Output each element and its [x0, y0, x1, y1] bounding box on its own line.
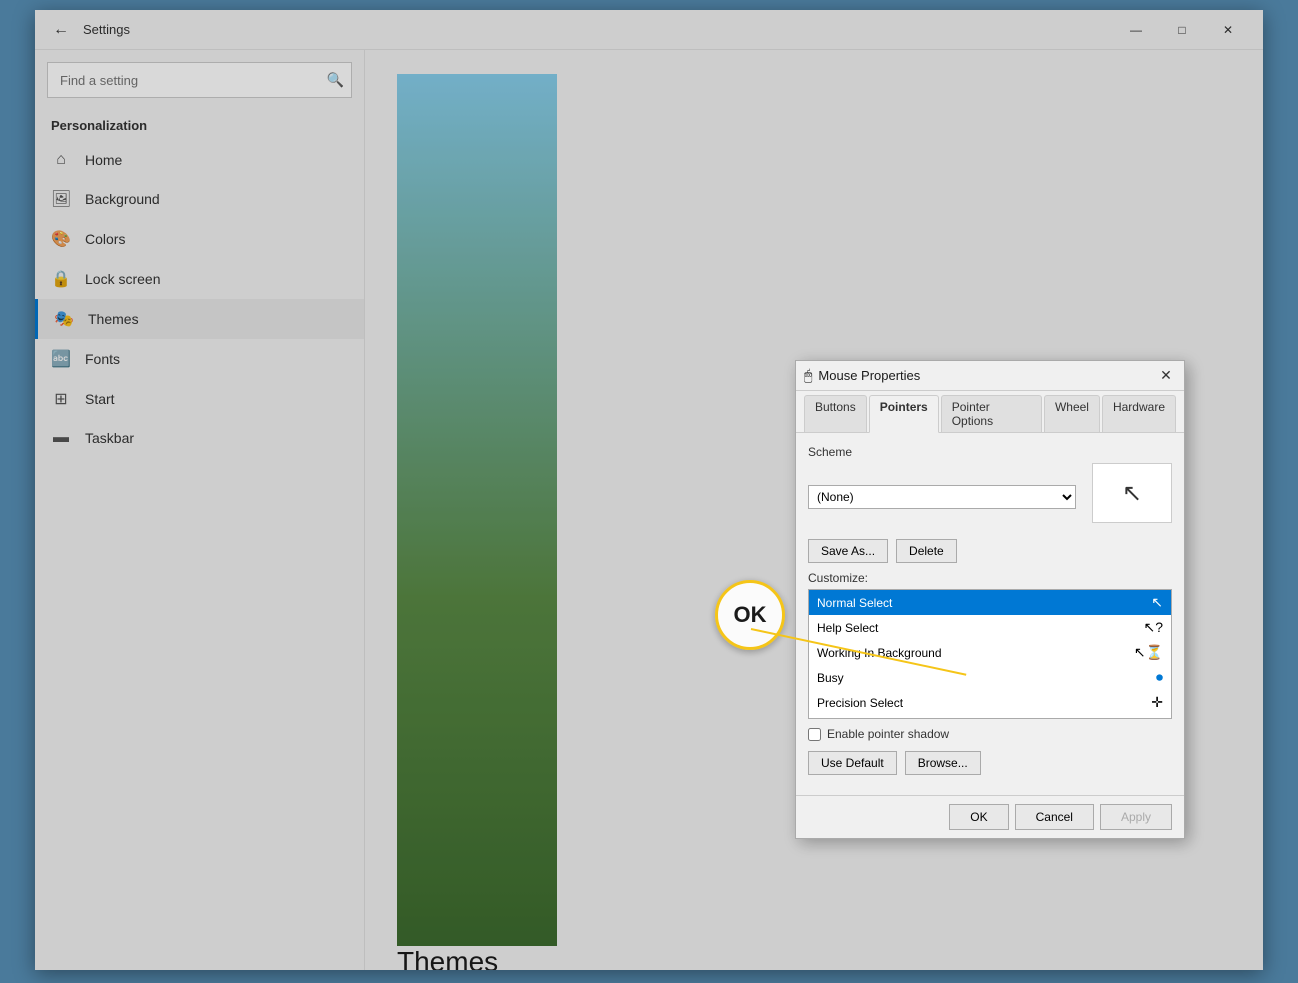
cursor-working-icon: ↖⏳: [1134, 644, 1163, 661]
settings-window: ← Settings — □ ✕ 🔍 Personalization ⌂ Hom…: [35, 10, 1263, 970]
ok-annotation-text: OK: [734, 602, 767, 628]
scheme-row: (None)Windows AeroWindows BlackWindows D…: [808, 463, 1172, 531]
mouse-properties-dialog: 🖱 Mouse Properties ✕ Buttons Pointers Po…: [795, 360, 1185, 839]
enable-shadow-label: Enable pointer shadow: [827, 727, 949, 741]
cursor-normal-select[interactable]: Normal Select ↖: [809, 590, 1171, 615]
tab-pointers[interactable]: Pointers: [869, 395, 939, 433]
dialog-overlay: 🖱 Mouse Properties ✕ Buttons Pointers Po…: [35, 10, 1263, 970]
cursor-precision-label: Precision Select: [817, 696, 903, 710]
customize-list[interactable]: Normal Select ↖ Help Select ↖? Working I…: [808, 589, 1172, 719]
enable-shadow-row: Enable pointer shadow: [808, 727, 1172, 741]
ok-button[interactable]: OK: [949, 804, 1008, 830]
cursor-precision-select[interactable]: Precision Select ✛: [809, 690, 1171, 715]
cursor-help-label: Help Select: [817, 621, 878, 635]
tab-buttons[interactable]: Buttons: [804, 395, 867, 432]
cursor-precision-icon: ✛: [1151, 694, 1163, 711]
apply-button[interactable]: Apply: [1100, 804, 1172, 830]
ok-annotation-circle: OK: [715, 580, 785, 650]
default-browse-row: Use Default Browse...: [808, 751, 1172, 775]
cursor-help-icon: ↖?: [1143, 619, 1163, 636]
use-default-button[interactable]: Use Default: [808, 751, 897, 775]
browse-button[interactable]: Browse...: [905, 751, 981, 775]
customize-label: Customize:: [808, 571, 1172, 585]
enable-shadow-checkbox[interactable]: [808, 728, 821, 741]
dialog-body: Scheme (None)Windows AeroWindows BlackWi…: [796, 433, 1184, 795]
dialog-mouse-icon: 🖱: [804, 367, 812, 384]
tab-hardware[interactable]: Hardware: [1102, 395, 1176, 432]
cancel-button[interactable]: Cancel: [1015, 804, 1094, 830]
dialog-titlebar: 🖱 Mouse Properties ✕: [796, 361, 1184, 391]
cursor-busy-icon: ⏺: [1156, 669, 1163, 686]
save-as-button[interactable]: Save As...: [808, 539, 888, 563]
scheme-buttons-row: Save As... Delete: [808, 539, 1172, 563]
cursor-busy[interactable]: Busy ⏺: [809, 665, 1171, 690]
dialog-tabs: Buttons Pointers Pointer Options Wheel H…: [796, 391, 1184, 433]
cursor-normal-label: Normal Select: [817, 596, 892, 610]
cursor-preview-icon: ↖: [1122, 479, 1142, 508]
cursor-help-select[interactable]: Help Select ↖?: [809, 615, 1171, 640]
scheme-select[interactable]: (None)Windows AeroWindows BlackWindows D…: [808, 485, 1076, 509]
scheme-label: Scheme: [808, 445, 1172, 459]
tab-pointer-options[interactable]: Pointer Options: [941, 395, 1042, 432]
delete-button[interactable]: Delete: [896, 539, 957, 563]
cursor-busy-label: Busy: [817, 671, 844, 685]
cursor-preview-area: ↖: [1092, 463, 1172, 523]
tab-wheel[interactable]: Wheel: [1044, 395, 1100, 432]
dialog-footer: OK Cancel Apply: [796, 795, 1184, 838]
dialog-close-button[interactable]: ✕: [1156, 366, 1176, 386]
dialog-title: Mouse Properties: [818, 368, 1156, 383]
cursor-normal-icon: ↖: [1151, 594, 1163, 611]
